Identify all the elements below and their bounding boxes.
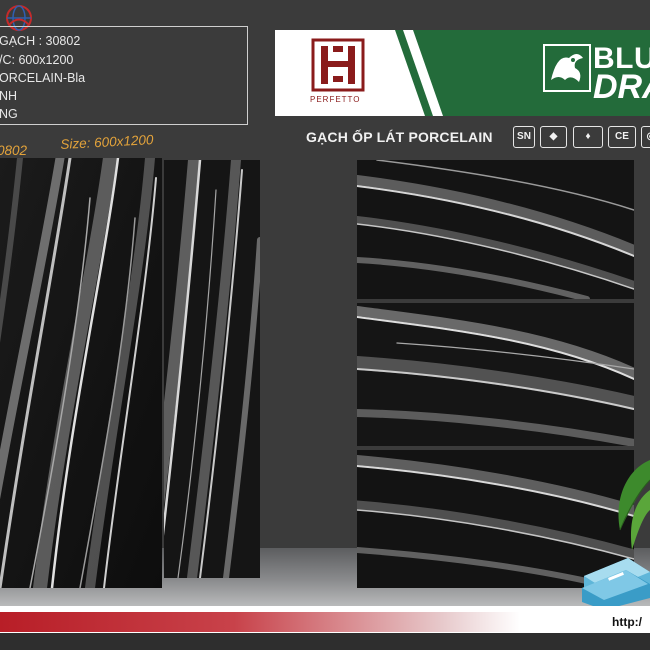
info-line-5: NG xyxy=(0,107,18,121)
tile-right-middle xyxy=(357,303,634,446)
product-heading: GẠCH ỐP LÁT PORCELAIN xyxy=(306,129,493,145)
sn-cert-icon: SN xyxy=(513,126,535,148)
tile-left-front xyxy=(0,158,162,588)
info-type-line: ORCELAIN-Bla xyxy=(0,71,86,85)
ce-cert-icon: CE xyxy=(608,126,636,148)
product-size-label: Size: 600x1200 xyxy=(60,132,154,152)
plant-icon xyxy=(606,440,650,560)
info-size-line: /C: 600x1200 xyxy=(0,53,74,67)
info-code-line: GẠCH : 30802 xyxy=(0,34,81,48)
product-info-box: GẠCH : 30802 /C: 600x1200 ORCELAIN-Bla N… xyxy=(0,26,248,125)
info-line-4: NH xyxy=(0,89,18,103)
book-stack-icon xyxy=(578,548,650,610)
tile-left-back xyxy=(164,160,260,578)
product-code-label: 0802 xyxy=(0,143,28,158)
brand-name-line-2: DRA xyxy=(593,68,650,106)
gem-cert-icon: ♦ xyxy=(573,126,603,148)
perfetto-brand-text: PERFETTO xyxy=(310,95,361,104)
dragon-logo-icon xyxy=(543,44,591,92)
footer-red-bar xyxy=(0,612,520,632)
brand-banner: PERFETTO BLUE DRA xyxy=(275,30,650,116)
diamond-cert-icon: ◆ xyxy=(540,126,567,148)
tile-right-top xyxy=(357,160,634,299)
round-cert-icon: ◎ xyxy=(641,126,650,148)
footer-website-link[interactable]: http:/ xyxy=(612,615,642,629)
perfetto-logo-icon xyxy=(311,38,365,92)
bottom-band xyxy=(0,633,650,650)
